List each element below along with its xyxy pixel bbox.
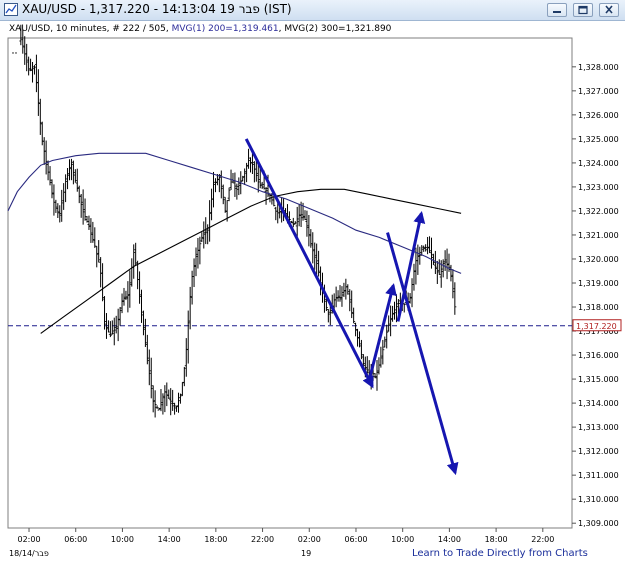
x-tick-label: 02:00 <box>298 535 321 544</box>
ma1-label: MVG(1) 200=1,319.461 <box>171 24 279 34</box>
y-tick-label: 1,316.000 <box>578 351 619 360</box>
y-tick-label: 1,322.000 <box>578 207 619 216</box>
price-chart[interactable]: 1,309.000 1,310.000 1,311.000 1,312.000 1,31… <box>0 0 625 567</box>
current-price-tag: 1,317.220 <box>576 322 617 331</box>
x-tick-label: 06:00 <box>344 535 367 544</box>
y-tick-label: 1,324.000 <box>578 159 619 168</box>
y-tick-label: 1,321.000 <box>578 231 619 240</box>
ma2-label: , MVG(2) 300=1,321.890 <box>278 24 392 34</box>
plot-frame <box>7 37 573 529</box>
y-tick-label: 1,313.000 <box>578 423 619 432</box>
trend-arrow <box>244 138 374 389</box>
x-tick-label: 18:00 <box>485 535 508 544</box>
y-tick-label: 1,326.000 <box>578 111 619 120</box>
y-tick-label: 1,309.000 <box>578 519 619 528</box>
y-tick-label: 1,318.000 <box>578 303 619 312</box>
footer-date-left: 18/14/פבר <box>9 549 49 558</box>
y-tick-label: 1,328.000 <box>578 63 619 72</box>
y-tick-label: 1,312.000 <box>578 447 619 456</box>
marker-dot <box>15 52 17 54</box>
x-tick-label: 22:00 <box>531 535 554 544</box>
x-tick-label: 18:00 <box>204 535 227 544</box>
y-tick-label: 1,310.000 <box>578 495 619 504</box>
learn-to-trade-link[interactable]: Learn to Trade Directly from Charts <box>412 548 588 559</box>
marker-dot <box>12 52 14 54</box>
x-tick-label: 10:00 <box>111 535 134 544</box>
y-tick-label: 1,311.000 <box>578 471 619 480</box>
y-tick-label: 1,314.000 <box>578 399 619 408</box>
y-tick-label: 1,325.000 <box>578 135 619 144</box>
symbol-label: XAU/USD <box>9 24 51 34</box>
x-tick-label: 06:00 <box>64 535 87 544</box>
chart-header: XAU/USD, 10 minutes, # 222 / 505, MVG(1)… <box>9 24 391 34</box>
x-tick-label: 22:00 <box>251 535 274 544</box>
y-tick-label: 1,323.000 <box>578 183 619 192</box>
y-tick-label: 1,327.000 <box>578 87 619 96</box>
x-tick-label: 02:00 <box>17 535 40 544</box>
y-tick-label: 1,320.000 <box>578 255 619 264</box>
x-tick-label: 14:00 <box>158 535 181 544</box>
x-tick-label: 14:00 <box>438 535 461 544</box>
chart-details: , 10 minutes, # 222 / 505, <box>50 24 172 34</box>
x-tick-label: 10:00 <box>391 535 414 544</box>
y-tick-label: 1,315.000 <box>578 375 619 384</box>
footer-date-mid: 19 <box>301 549 312 558</box>
y-tick-label: 1,319.000 <box>578 279 619 288</box>
